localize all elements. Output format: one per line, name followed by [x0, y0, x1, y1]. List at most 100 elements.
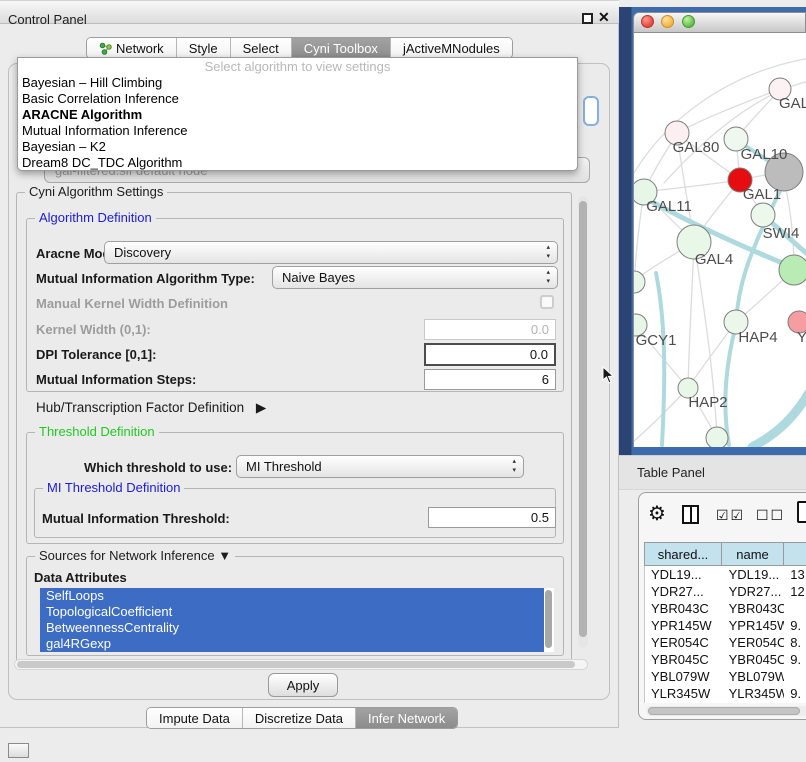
hub-definition-expander[interactable]: Hub/Transcription Factor Definition ▶	[36, 400, 266, 416]
network-window-titlebar[interactable]	[633, 12, 806, 33]
mi-threshold-field[interactable]: 0.5	[428, 507, 556, 528]
tab-infer-network[interactable]: Infer Network	[355, 708, 457, 728]
tab-network[interactable]: Network	[87, 38, 176, 58]
sources-group-title[interactable]: Sources for Network Inference ▼	[35, 548, 235, 563]
mi-steps-field[interactable]: 6	[424, 369, 556, 390]
control-panel-title: Control Panel	[8, 12, 87, 27]
table-row[interactable]: YDR27...YDR27...12	[645, 583, 806, 600]
data-attributes-label: Data Attributes	[34, 570, 127, 585]
aracne-mode-combobox[interactable]: Discovery ▴▾	[104, 241, 558, 264]
algorithm-combobox-focus-ring[interactable]	[583, 96, 599, 126]
split-columns-icon[interactable]	[682, 505, 699, 524]
network-node-label: SWI4	[763, 225, 800, 242]
dock-panel-icon[interactable]	[8, 743, 29, 758]
table-row[interactable]: YPR145WYPR145W9.	[645, 617, 806, 634]
table-column-header[interactable]: name	[722, 543, 784, 566]
table-cell: YLR345W	[723, 685, 785, 702]
settings-horizontal-scrollbar[interactable]	[14, 659, 588, 670]
table-row[interactable]: YBR043CYBR043C	[645, 600, 806, 617]
network-node[interactable]	[751, 203, 775, 227]
main-tabs: NetworkStyleSelect Cyni Toolbox jActiveMNo…	[86, 37, 513, 59]
window-minimize-traffic-light[interactable]	[661, 15, 674, 28]
window-zoom-traffic-light[interactable]	[682, 15, 695, 28]
list-scrollbar-thumb[interactable]	[545, 590, 552, 648]
dropdown-items: Bayesian – Hill ClimbingBasic Correlatio…	[18, 75, 577, 171]
settings-vertical-scrollbar[interactable]	[578, 196, 588, 648]
dropdown-item[interactable]: Basic Correlation Inference	[18, 91, 577, 107]
network-node-label: GAL11	[646, 198, 692, 215]
attribute-list-item[interactable]: TopologicalCoefficient	[40, 604, 544, 620]
table-row[interactable]: YDL19...YDL19...13	[645, 566, 806, 583]
stepper-arrows-icon: ▴▾	[512, 458, 516, 475]
table-cell: 9.	[784, 651, 806, 668]
stepper-arrows-icon: ▴▾	[546, 269, 550, 286]
sources-title-text: Sources for Network Inference	[39, 548, 215, 563]
dropdown-item[interactable]: Mutual Information Inference	[18, 123, 577, 139]
network-node-label: GAL10	[741, 146, 788, 163]
table-cell: 13	[784, 566, 806, 583]
settings-vertical-scrollbar-thumb[interactable]	[579, 201, 587, 637]
network-node-label: Y	[797, 329, 806, 346]
dpi-tolerance-field[interactable]: 0.0	[424, 343, 556, 366]
gear-icon[interactable]: ⚙	[648, 501, 666, 526]
attribute-list-item[interactable]: SelfLoops	[40, 588, 544, 604]
table-cell	[784, 600, 806, 617]
network-node-label: GCY1	[636, 332, 677, 349]
table-row[interactable]: YBL079WYBL079W	[645, 668, 806, 685]
table-row[interactable]: YIL053CYIL053C9	[645, 702, 806, 703]
dropdown-item[interactable]: Bayesian – K2	[18, 139, 577, 155]
mouse-cursor	[602, 366, 615, 385]
tab-discretize-data[interactable]: Discretize Data	[242, 708, 355, 728]
apply-button[interactable]: Apply	[268, 673, 338, 697]
table-row[interactable]: YLR345WYLR345W9.	[645, 685, 806, 702]
table-cell: YER054C	[645, 634, 723, 651]
table-cell: 9.	[784, 617, 806, 634]
table-cell: YIL053C	[645, 702, 723, 703]
mi-steps-label: Mutual Information Steps:	[36, 372, 196, 387]
kernel-width-label: Kernel Width (0,1):	[36, 322, 151, 337]
tab-select[interactable]: Select	[230, 38, 291, 58]
kernel-width-field[interactable]: 0.0	[424, 319, 556, 340]
network-node-label: GAL1	[743, 186, 781, 203]
close-icon[interactable]: ✕	[598, 9, 610, 26]
data-attributes-list[interactable]: SelfLoopsTopologicalCoefficientBetweenne…	[40, 588, 554, 652]
table-column-header[interactable]: shared...	[644, 543, 722, 566]
dropdown-item[interactable]: Dream8 DC_TDC Algorithm	[18, 155, 577, 171]
new-document-icon[interactable]	[797, 501, 806, 523]
table-row[interactable]: YER054CYER054C8.	[645, 634, 806, 651]
dropdown-item[interactable]: ARACNE Algorithm	[18, 107, 577, 123]
table-horizontal-scrollbar-thumb[interactable]	[648, 707, 800, 715]
deselect-all-checkboxes-icon[interactable]: ☐☐	[756, 507, 785, 524]
table-column-header[interactable]	[784, 543, 806, 566]
tab-style[interactable]: Style	[176, 38, 230, 58]
table-row[interactable]: YBR045CYBR045C9.	[645, 651, 806, 668]
manual-kernel-checkbox[interactable]	[540, 295, 554, 309]
table-cell: YPR145W	[723, 617, 785, 634]
network-edge-thick	[725, 325, 736, 445]
attribute-list-item[interactable]: gal4RGexp	[40, 636, 544, 652]
network-node-label: HAP4	[738, 329, 777, 346]
network-node[interactable]	[779, 255, 806, 285]
tab-impute-data[interactable]: Impute Data	[147, 708, 242, 728]
settings-horizontal-scrollbar-thumb[interactable]	[17, 661, 575, 668]
network-canvas[interactable]: GALGAL80GAL10GAL1GAL11SWI4GAL4GCY1HAP4YH…	[633, 33, 806, 447]
tab-jactivemnodules[interactable]: jActiveMNodules	[390, 38, 512, 58]
float-window-icon[interactable]	[582, 13, 593, 24]
dropdown-item[interactable]: Bayesian – Hill Climbing	[18, 75, 577, 91]
table-panel-title: Table Panel	[637, 465, 705, 480]
table-body: YDL19...YDL19...13YDR27...YDR27...12YBR0…	[644, 566, 806, 703]
table-cell: YDR27...	[723, 583, 785, 600]
select-all-checkboxes-icon[interactable]: ☑☑	[716, 507, 745, 524]
network-node[interactable]	[706, 427, 728, 447]
table-cell: 12	[784, 583, 806, 600]
window-close-traffic-light[interactable]	[641, 15, 654, 28]
which-threshold-combobox[interactable]: MI Threshold ▴▾	[236, 455, 524, 478]
mi-type-combobox[interactable]: Naive Bayes ▴▾	[272, 266, 558, 289]
tab-cyni-toolbox[interactable]: Cyni Toolbox	[291, 38, 390, 58]
control-panel-titlebar	[0, 0, 619, 24]
tab-label: Cyni Toolbox	[304, 41, 378, 56]
table-horizontal-scrollbar[interactable]	[646, 706, 806, 716]
tab-label: Impute Data	[159, 711, 230, 726]
table-cell: YPR145W	[645, 617, 723, 634]
attribute-list-item[interactable]: BetweennessCentrality	[40, 620, 544, 636]
